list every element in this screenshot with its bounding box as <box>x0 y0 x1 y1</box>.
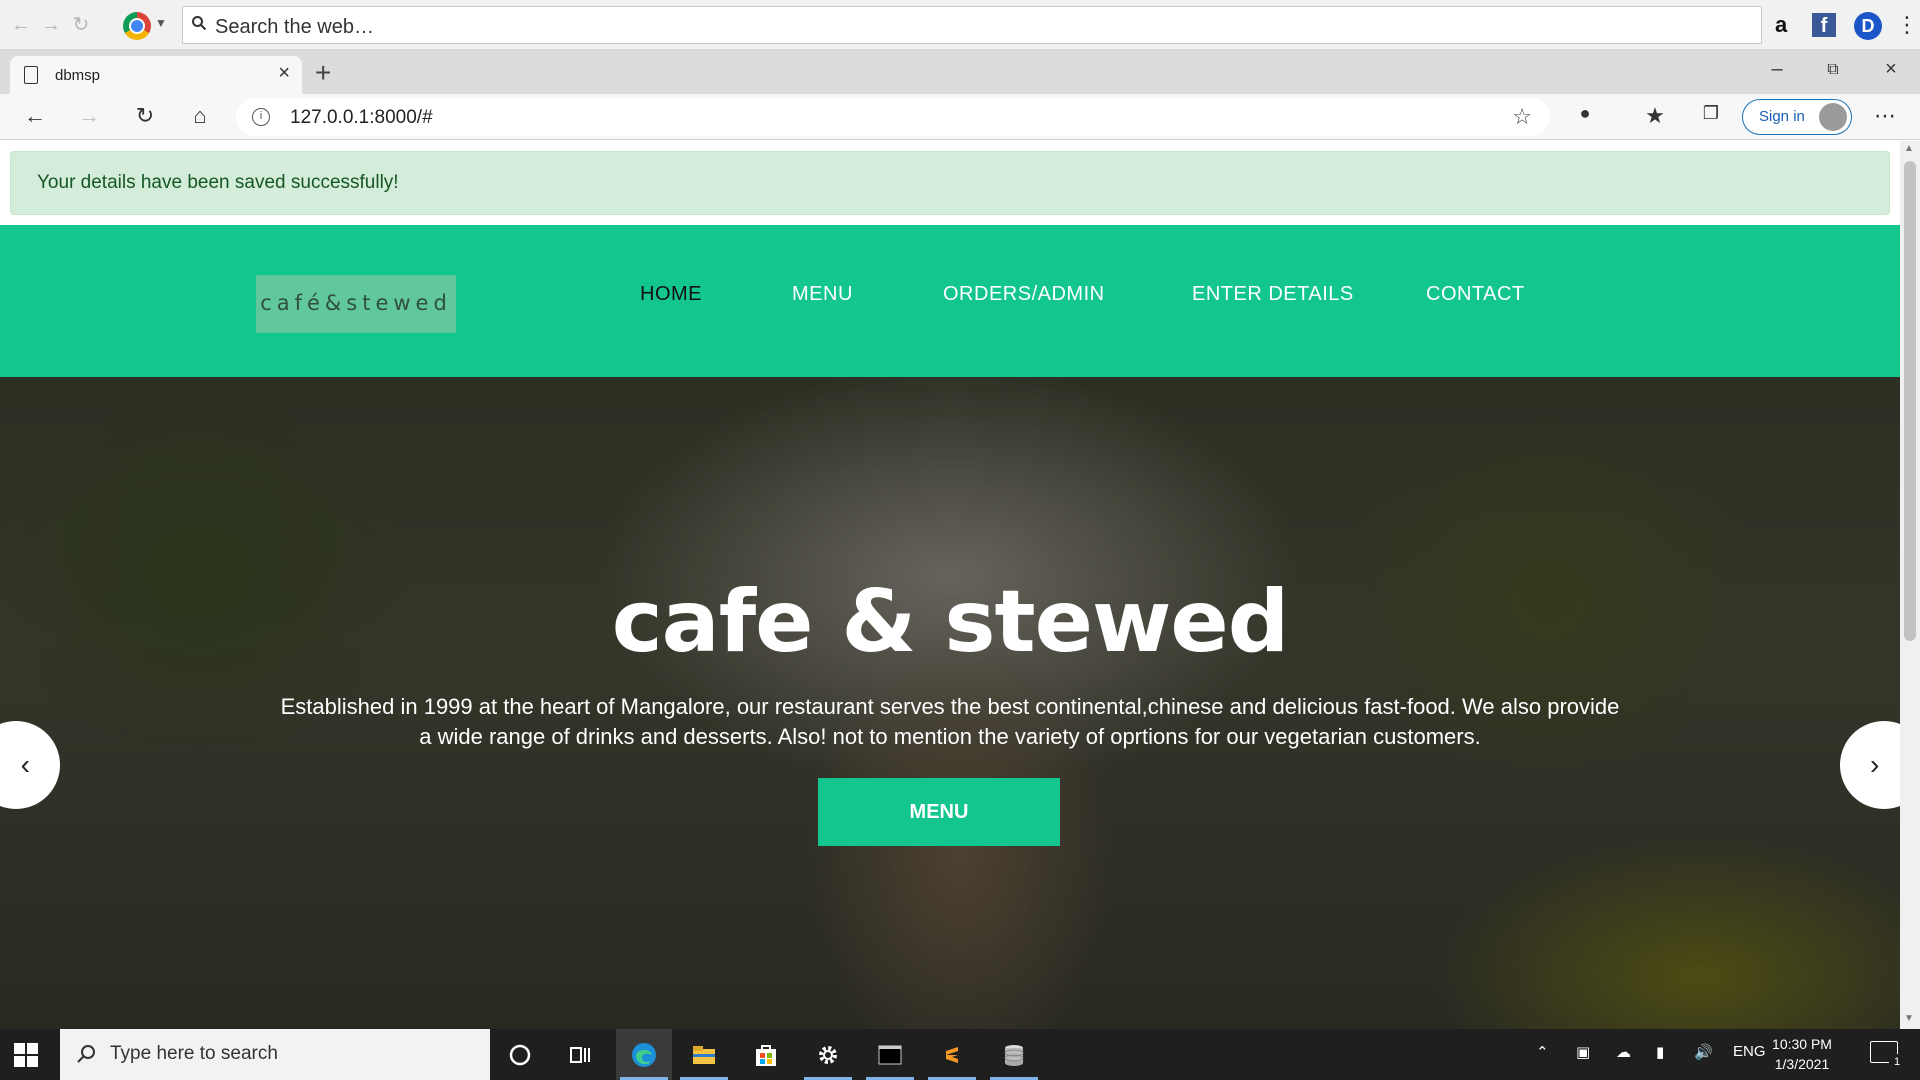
collections-icon[interactable]: ❐ <box>1696 103 1726 124</box>
nav-contact[interactable]: CONTACT <box>1426 283 1525 306</box>
page-viewport: Your details have been saved successfull… <box>0 141 1900 1029</box>
carousel-prev-icon[interactable]: ‹ <box>0 721 60 809</box>
profile-icon[interactable]: D <box>1854 12 1882 40</box>
search-icon <box>77 1045 95 1063</box>
facebook-icon[interactable]: f <box>1812 13 1836 37</box>
tab-strip: dbmsp × + – ⧉ × <box>0 50 1920 94</box>
site-info-icon[interactable]: i <box>252 108 270 126</box>
close-tab-icon[interactable]: × <box>278 62 290 85</box>
forward-icon[interactable]: → <box>40 14 62 36</box>
chrome-logo-icon[interactable] <box>123 12 151 40</box>
onedrive-icon[interactable]: ☁ <box>1616 1043 1631 1061</box>
more-options-icon[interactable]: ⋮ <box>1896 12 1918 40</box>
web-search-input[interactable]: Search the web… <box>182 6 1762 44</box>
tab-title: dbmsp <box>55 67 101 84</box>
settings-gear-icon[interactable] <box>800 1029 856 1080</box>
alert-message: Your details have been saved successfull… <box>37 172 399 193</box>
search-toolbar: ← → ↻ ▼ Search the web… a f D ⋮ <box>0 0 1920 50</box>
close-window-icon[interactable]: × <box>1876 58 1906 81</box>
nav-menu[interactable]: MENU <box>792 283 853 306</box>
nav-orders-admin[interactable]: ORDERS/ADMIN <box>943 283 1105 306</box>
notifications-icon[interactable]: 1 <box>1870 1041 1905 1070</box>
store-icon[interactable] <box>738 1029 794 1080</box>
favorites-icon[interactable]: ★ <box>1640 103 1670 129</box>
refresh-icon[interactable]: ↻ <box>130 103 160 129</box>
site-logo[interactable]: café&stewed <box>256 275 456 333</box>
notification-count: 1 <box>1889 1054 1905 1070</box>
nav-home[interactable]: HOME <box>640 283 702 306</box>
clock-time: 10:30 PM <box>1772 1036 1832 1052</box>
settings-more-icon[interactable]: ⋯ <box>1870 103 1900 129</box>
cortana-icon[interactable] <box>492 1029 548 1080</box>
page-scrollbar[interactable]: ▲ ▼ <box>1900 141 1920 1029</box>
task-view-icon[interactable] <box>552 1029 608 1080</box>
show-hidden-icons-icon[interactable]: ⌃ <box>1536 1043 1549 1061</box>
sign-in-button[interactable]: Sign in <box>1742 99 1852 135</box>
scroll-up-icon[interactable]: ▲ <box>1904 143 1914 154</box>
volume-icon[interactable]: 🔊 <box>1694 1043 1713 1061</box>
back-icon[interactable]: ← <box>10 14 32 36</box>
logo-text: café&stewed <box>260 291 452 315</box>
search-icon <box>192 16 207 31</box>
sign-in-label: Sign in <box>1759 108 1805 125</box>
meet-now-icon[interactable]: ▣ <box>1576 1043 1590 1061</box>
hero-title: cafe & stewed <box>611 572 1290 672</box>
extension-icon[interactable]: ● <box>1570 103 1600 124</box>
reload-icon[interactable]: ↻ <box>70 14 92 36</box>
favorite-star-icon[interactable]: ☆ <box>1512 104 1532 130</box>
windows-start-icon[interactable] <box>14 1043 38 1067</box>
taskbar-search-box[interactable]: Type here to search <box>60 1029 490 1080</box>
database-icon[interactable] <box>986 1029 1042 1080</box>
clock-date: 1/3/2021 <box>1774 1056 1830 1072</box>
avatar-icon <box>1819 103 1847 131</box>
hero-carousel: cafe & stewed Established in 1999 at the… <box>0 377 1900 1029</box>
forward-icon[interactable]: → <box>74 103 104 129</box>
file-explorer-icon[interactable] <box>676 1029 732 1080</box>
amazon-icon[interactable]: a <box>1775 12 1787 40</box>
url-text: 127.0.0.1:8000/# <box>290 107 433 128</box>
sublime-text-icon[interactable] <box>924 1029 980 1080</box>
hero-description: Established in 1999 at the heart of Mang… <box>280 694 1620 749</box>
chevron-down-icon[interactable]: ▼ <box>155 16 167 30</box>
new-tab-icon[interactable]: + <box>315 57 331 89</box>
terminal-icon[interactable] <box>862 1029 918 1080</box>
language-indicator[interactable]: ENG <box>1733 1043 1766 1060</box>
edge-browser-icon[interactable] <box>616 1029 672 1080</box>
battery-icon[interactable]: ▮ <box>1656 1043 1664 1061</box>
address-bar-row: ← → ↻ ⌂ i 127.0.0.1:8000/# ☆ ● ★ ❐ Sign … <box>0 94 1920 140</box>
scrollbar-thumb[interactable] <box>1904 161 1916 641</box>
page-icon <box>24 66 38 84</box>
carousel-next-icon[interactable]: › <box>1840 721 1900 809</box>
tab-dbmsp[interactable]: dbmsp × <box>10 56 302 94</box>
minimize-icon[interactable]: – <box>1762 58 1792 81</box>
site-navbar: café&stewed HOME MENU ORDERS/ADMIN ENTER… <box>0 225 1900 377</box>
back-icon[interactable]: ← <box>20 103 50 129</box>
hero-menu-button[interactable]: MENU <box>818 778 1060 846</box>
taskbar-clock[interactable]: 10:30 PM 1/3/2021 <box>1762 1034 1842 1074</box>
web-search-placeholder: Search the web… <box>215 16 374 38</box>
taskbar-search-placeholder: Type here to search <box>110 1043 278 1064</box>
restore-icon[interactable]: ⧉ <box>1818 61 1848 79</box>
success-alert: Your details have been saved successfull… <box>10 151 1890 215</box>
home-icon[interactable]: ⌂ <box>185 103 215 129</box>
windows-taskbar: Type here to search ⌃ ▣ ☁ ▮ 🔊 ENG 10:30 … <box>0 1029 1920 1080</box>
scroll-down-icon[interactable]: ▼ <box>1904 1013 1914 1024</box>
nav-enter-details[interactable]: ENTER DETAILS <box>1192 283 1354 306</box>
address-bar[interactable]: i 127.0.0.1:8000/# ☆ <box>236 98 1550 136</box>
